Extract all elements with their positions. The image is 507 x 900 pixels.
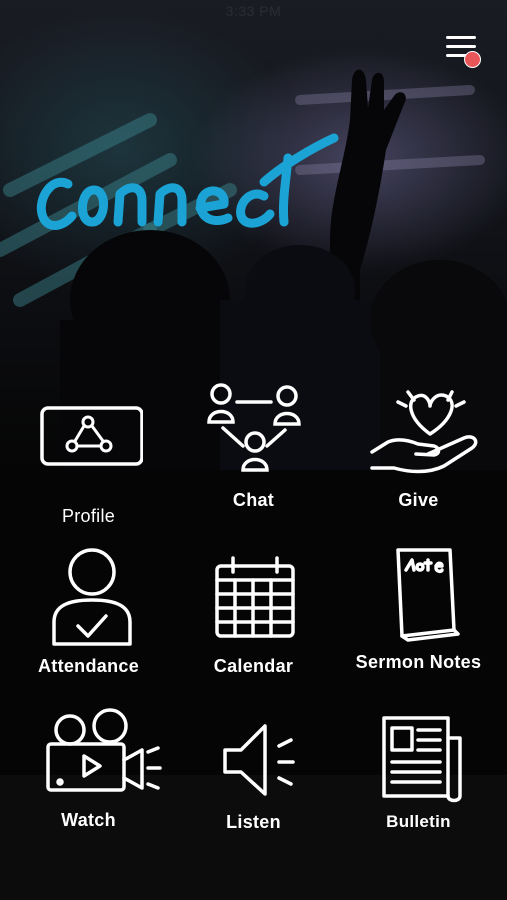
tile-profile-label: Profile	[61, 506, 116, 526]
speaker-icon	[223, 724, 295, 796]
tile-chat[interactable]: Chat	[169, 374, 338, 534]
notification-dot	[464, 51, 481, 68]
notebook-icon	[396, 548, 460, 642]
hamburger-bar	[446, 45, 476, 48]
app-screen: 3:33 PM Profile Chat Give Attendance Cal…	[0, 0, 507, 900]
tile-bulletin-label: Bulletin	[386, 812, 451, 831]
person-check-icon	[52, 548, 132, 646]
heart-hand-icon	[370, 390, 478, 474]
people-network-icon	[207, 383, 301, 472]
hamburger-menu-icon	[446, 36, 476, 39]
tile-give[interactable]: Give	[334, 374, 503, 534]
calendar-icon	[215, 556, 295, 638]
tile-chat-label: Chat	[232, 490, 275, 510]
feature-grid: Profile Chat Give Attendance Calendar Se…	[0, 370, 507, 840]
tile-watch-label: Watch	[61, 810, 116, 830]
tile-listen-label: Listen	[226, 812, 281, 832]
tile-listen[interactable]: Listen	[169, 714, 338, 874]
newspaper-icon	[382, 716, 462, 803]
connect-logo	[36, 133, 339, 230]
tile-sermon-notes[interactable]: Sermon Notes	[334, 542, 503, 702]
tile-bulletin[interactable]: Bulletin	[334, 708, 503, 868]
menu-button[interactable]	[444, 34, 484, 70]
tile-watch[interactable]: Watch	[4, 704, 173, 864]
tile-sermon-notes-label: Sermon Notes	[355, 652, 482, 672]
tile-calendar-label: Calendar	[213, 656, 294, 676]
tile-give-label: Give	[398, 490, 439, 510]
tile-attendance-label: Attendance	[37, 656, 139, 676]
status-time: 3:33 PM	[225, 3, 282, 19]
tile-attendance[interactable]: Attendance	[4, 542, 173, 702]
tile-calendar[interactable]: Calendar	[169, 546, 338, 706]
tile-profile[interactable]: Profile	[4, 392, 173, 552]
profile-card-icon	[40, 406, 143, 466]
video-camera-icon	[46, 708, 162, 792]
